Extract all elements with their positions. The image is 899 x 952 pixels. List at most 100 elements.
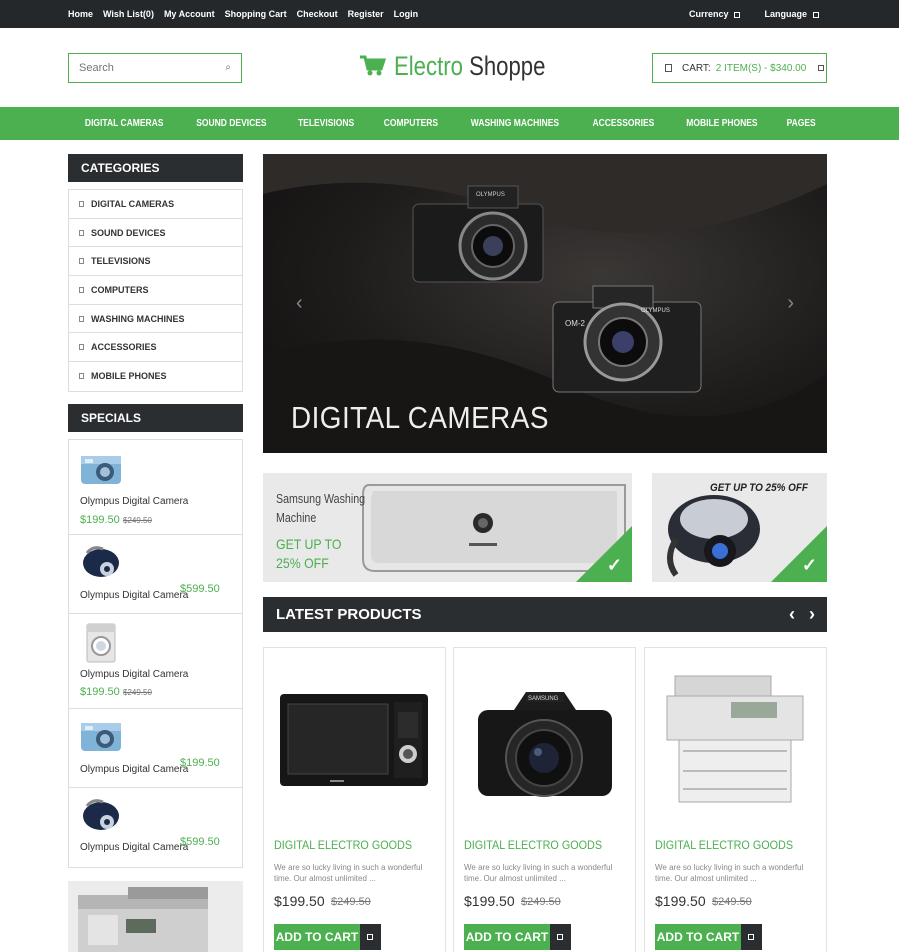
- product-card[interactable]: DIGITAL ELECTRO GOODS We are so lucky li…: [263, 647, 446, 952]
- my-account-link[interactable]: My Account: [164, 9, 215, 19]
- printer-image: [666, 675, 804, 803]
- nav-item-digital-cameras[interactable]: DIGITAL CAMERAS: [76, 118, 172, 129]
- cart-value: 2 ITEM(S) - $340.00: [715, 62, 807, 74]
- bullet-icon: [79, 373, 84, 380]
- special-price: $199.50: [80, 686, 120, 698]
- svg-text:OLYMPUS: OLYMPUS: [641, 308, 670, 314]
- chevron-left-icon[interactable]: ‹: [789, 597, 795, 632]
- nav-item-accessories[interactable]: ACCESSORIES: [584, 118, 663, 129]
- washing-machine-thumbnail-icon: [86, 623, 116, 663]
- top-bar: Home Wish List(0) My Account Shopping Ca…: [0, 0, 899, 28]
- bullet-icon: [79, 200, 84, 207]
- vacuum-thumbnail-icon: [83, 799, 119, 830]
- category-item[interactable]: SOUND DEVICES: [69, 219, 242, 248]
- currency-dropdown[interactable]: Currency: [689, 9, 741, 19]
- banner-offer-line2: 25% OFF: [276, 555, 329, 571]
- product-card[interactable]: DIGITAL ELECTRO GOODS We are so lucky li…: [644, 647, 827, 952]
- category-item[interactable]: DIGITAL CAMERAS: [69, 190, 242, 219]
- banner-offer: GET UP TO 25% OFF: [710, 482, 808, 494]
- add-to-cart-button[interactable]: ADD TO CART: [274, 924, 360, 950]
- category-item[interactable]: COMPUTERS: [69, 276, 242, 305]
- wishlist-button[interactable]: [360, 924, 381, 950]
- bullet-icon: [79, 344, 84, 351]
- wishlist-link[interactable]: Wish List(0): [103, 9, 154, 19]
- bullet-icon: [79, 286, 84, 293]
- cart-summary-button[interactable]: CART: 2 ITEM(S) - $340.00: [652, 53, 827, 83]
- add-to-cart-button[interactable]: ADD TO CART: [655, 924, 741, 950]
- nav-item-sound-devices[interactable]: SOUND DEVICES: [188, 118, 275, 129]
- svg-text:SAMSUNG: SAMSUNG: [528, 696, 559, 702]
- logo-part-shoppe: Shoppe: [469, 50, 546, 81]
- banner-offer-line1: GET UP TO: [276, 536, 342, 552]
- microwave-image: [280, 694, 428, 786]
- special-price: $599.50: [180, 836, 220, 848]
- categories-heading: CATEGORIES: [68, 154, 243, 182]
- wishlist-icon: [557, 934, 563, 940]
- latest-products-title: LATEST PRODUCTS: [276, 606, 422, 623]
- slider-prev-arrow[interactable]: ‹: [296, 292, 303, 315]
- special-name: Olympus Digital Camera: [80, 590, 189, 601]
- product-description: We are so lucky living in such a wonderf…: [655, 863, 804, 883]
- banner-heading: Samsung Washing Machine: [276, 489, 365, 527]
- category-item[interactable]: MOBILE PHONES: [69, 362, 242, 391]
- nav-item-computers[interactable]: COMPUTERS: [376, 118, 447, 129]
- category-item[interactable]: TELEVISIONS: [69, 247, 242, 277]
- wishlist-button[interactable]: [741, 924, 762, 950]
- special-name: Olympus Digital Camera: [80, 669, 189, 680]
- checkout-link[interactable]: Checkout: [297, 9, 338, 19]
- bullet-icon: [79, 258, 84, 265]
- site-logo[interactable]: Electro Shoppe: [360, 48, 579, 84]
- camera-thumbnail-icon: [81, 723, 121, 751]
- hero-slider[interactable]: OLYMPUS OM-2 OLYMPUS ‹ › DIGITAL CAMERAS: [263, 154, 827, 453]
- special-old-price: $249.50: [123, 516, 152, 525]
- category-item[interactable]: WASHING MACHINES: [69, 305, 242, 334]
- special-item[interactable]: Olympus Digital Camera $199.50: [69, 709, 242, 788]
- language-dropdown[interactable]: Language: [764, 9, 819, 19]
- shopping-cart-link[interactable]: Shopping Cart: [225, 9, 287, 19]
- search-input[interactable]: [69, 54, 209, 82]
- check-icon: ✓: [606, 555, 622, 575]
- special-price: $199.50: [80, 514, 120, 526]
- product-price: $199.50: [464, 893, 515, 909]
- product-description: We are so lucky living in such a wonderf…: [464, 863, 613, 883]
- special-item[interactable]: Olympus Digital Camera $199.50 $249.50: [69, 440, 242, 535]
- product-title[interactable]: DIGITAL ELECTRO GOODS: [274, 838, 412, 852]
- nav-item-televisions[interactable]: TELEVISIONS: [290, 118, 363, 129]
- product-title[interactable]: DIGITAL ELECTRO GOODS: [655, 838, 793, 852]
- add-to-cart-button[interactable]: ADD TO CART: [464, 924, 550, 950]
- home-link[interactable]: Home: [68, 9, 93, 19]
- category-label: WASHING MACHINES: [91, 313, 185, 324]
- wishlist-button[interactable]: [550, 924, 571, 950]
- main-nav: DIGITAL CAMERAS SOUND DEVICES TELEVISION…: [0, 107, 899, 140]
- category-item[interactable]: ACCESSORIES: [69, 333, 242, 363]
- chevron-down-icon: [818, 65, 825, 71]
- logo-part-electro: Electro: [394, 50, 463, 81]
- product-old-price: $249.50: [521, 896, 561, 908]
- washing-machine-banner[interactable]: Samsung Washing Machine GET UP TO 25% OF…: [263, 473, 632, 582]
- vacuum-banner[interactable]: GET UP TO 25% OFF ✓: [652, 473, 827, 582]
- nav-item-washing-machines[interactable]: WASHING MACHINES: [463, 118, 568, 129]
- special-item[interactable]: Olympus Digital Camera $199.50 $249.50: [69, 614, 242, 709]
- login-link[interactable]: Login: [394, 9, 419, 19]
- nav-item-pages[interactable]: PAGES: [778, 118, 824, 129]
- camera-thumbnail-icon: [81, 456, 121, 484]
- chevron-right-icon[interactable]: ›: [809, 597, 815, 632]
- slider-next-arrow[interactable]: ›: [787, 292, 794, 315]
- banner-heading-line2: Machine: [276, 510, 317, 525]
- banner-corner: [576, 526, 632, 582]
- latest-products-heading: LATEST PRODUCTS ‹ ›: [263, 597, 827, 632]
- product-title[interactable]: DIGITAL ELECTRO GOODS: [464, 838, 602, 852]
- nav-item-mobile-phones[interactable]: MOBILE PHONES: [678, 118, 766, 129]
- search-icon[interactable]: ⌕: [225, 62, 231, 73]
- category-label: SOUND DEVICES: [91, 227, 166, 238]
- special-item[interactable]: Olympus Digital Camera $599.50: [69, 788, 242, 867]
- check-icon: ✓: [801, 555, 817, 575]
- sidebar-promo-image[interactable]: [68, 881, 243, 952]
- register-link[interactable]: Register: [348, 9, 384, 19]
- search-box: ⌕: [68, 53, 242, 83]
- category-label: TELEVISIONS: [91, 256, 151, 267]
- product-description: We are so lucky living in such a wonderf…: [274, 863, 423, 883]
- product-card[interactable]: SAMSUNG DIGITAL ELECTRO GOODS We are so …: [453, 647, 636, 952]
- top-right-menus: Currency Language: [689, 0, 819, 28]
- special-item[interactable]: Olympus Digital Camera $599.50: [69, 535, 242, 614]
